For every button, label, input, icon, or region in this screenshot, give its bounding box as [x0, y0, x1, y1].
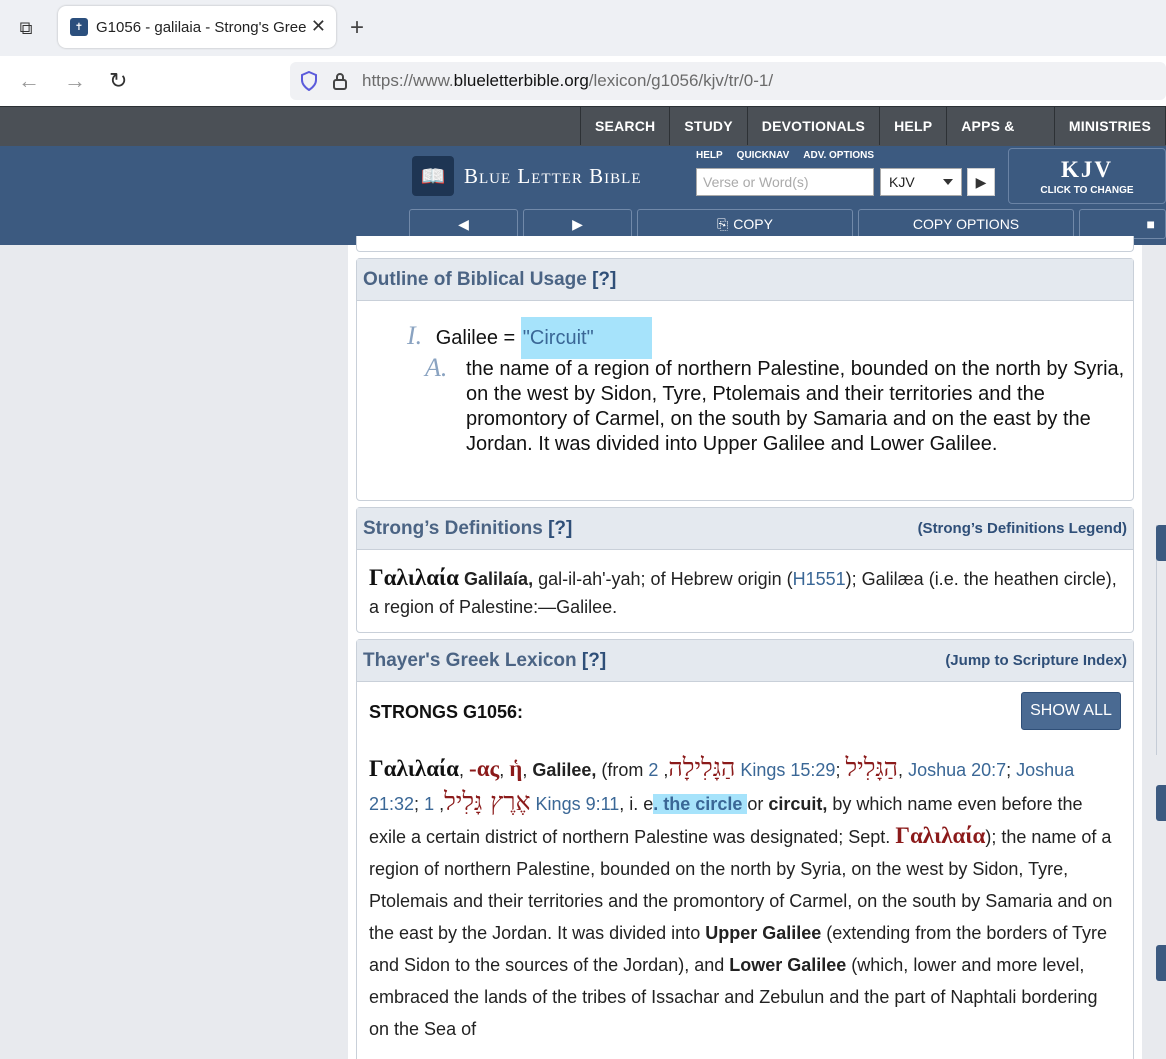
address-bar[interactable]: https://www.blueletterbible.org/lexicon/…	[290, 62, 1166, 100]
thayer-galilee: Galilee,	[532, 760, 597, 780]
outline-panel-header: Outline of Biblical Usage [?]	[357, 259, 1133, 301]
hebrew-word-3: אֶרֶץ גָּלִיל	[444, 787, 531, 816]
copy-button[interactable]: ⎘ COPY	[637, 209, 853, 239]
reload-icon[interactable]: ↻	[109, 68, 127, 94]
strongs-definition: Γαλιλαία Galilaía, gal-il-ah'-yah; of He…	[369, 565, 1117, 617]
new-tab-icon[interactable]: +	[350, 14, 364, 42]
search-go-button[interactable]: ▶	[967, 168, 995, 196]
greek-article: ἡ	[509, 756, 523, 781]
bible-logo-icon: 📖	[412, 156, 454, 196]
highlight-the-circle: . the circle	[653, 794, 748, 814]
rail-tab-2[interactable]	[1156, 785, 1166, 821]
chevron-down-icon	[943, 179, 953, 185]
outline-panel: Outline of Biblical Usage [?] I. Galilee…	[356, 258, 1134, 501]
thayer-strongs-header: STRONGS G1056:	[369, 702, 524, 722]
outline-level-1-text: Galilee =	[435, 327, 521, 349]
left-column	[0, 245, 348, 1059]
thayer-body: STRONGS G1056: SHOW ALL Γαλιλαία, -ας, ἡ…	[357, 682, 1133, 1042]
next-button[interactable]: ▶	[523, 209, 632, 239]
menu-help[interactable]: HELP	[880, 107, 948, 145]
strongs-ref-link[interactable]: H1551	[793, 569, 846, 589]
header-help-link[interactable]: HELP	[696, 150, 723, 161]
menu-search[interactable]: SEARCH	[581, 107, 671, 145]
thayer-title: Thayer's Greek Lexicon [?]	[363, 649, 607, 671]
previous-panel-edge	[356, 236, 1134, 252]
menu-devotionals[interactable]: DEVOTIONALS	[748, 107, 881, 145]
menu-ministries[interactable]: MINISTRIES	[1055, 107, 1166, 145]
ref-joshua-20-7[interactable]: Joshua 20:7	[908, 760, 1006, 780]
site-top-menu: SEARCH STUDY DEVOTIONALS HELP APPS & TOO…	[0, 106, 1166, 172]
thayer-entry-text: Γαλιλαία, -ας, ἡ, Galilee, (from הַגָּלִ…	[369, 753, 1113, 1039]
stop-icon: ■	[1146, 216, 1155, 232]
strongs-legend-link[interactable]: (Strong’s Definitions Legend)	[918, 520, 1127, 537]
strongs-help-link[interactable]: [?]	[548, 518, 572, 539]
thayer-help-link[interactable]: [?]	[582, 650, 606, 671]
forward-icon[interactable]: →	[64, 68, 86, 94]
thayer-greek-sept: Γαλιλαία	[895, 823, 986, 848]
header-quicknav-link[interactable]: QUICKNAV	[737, 150, 790, 161]
version-change-box[interactable]: KJV CLICK TO CHANGE	[1008, 148, 1166, 204]
verse-search-input[interactable]: Verse or Word(s)	[696, 168, 874, 196]
outline-numeral-2: A.	[425, 353, 448, 382]
scripture-index-link[interactable]: (Jump to Scripture Index)	[945, 652, 1127, 669]
greek-ending: -ας	[469, 756, 500, 781]
tab-list-icon[interactable]: ⧉	[12, 14, 40, 42]
url-text: https://www.blueletterbible.org/lexicon/…	[362, 71, 774, 90]
strongs-panel-header: Strong’s Definitions [?] (Strong’s Defin…	[357, 508, 1133, 550]
outline-numeral-1: I.	[407, 321, 423, 350]
toggle-button[interactable]: ■	[1079, 209, 1166, 239]
outline-level-2: A. the name of a region of northern Pale…	[425, 353, 1125, 457]
outline-title: Outline of Biblical Usage [?]	[363, 268, 617, 290]
previous-button[interactable]: ◀	[409, 209, 518, 239]
tab-title: G1056 - galilaia - Strong's Greek Lexico…	[96, 18, 306, 36]
version-select[interactable]: KJV	[880, 168, 962, 196]
strongs-title: Strong’s Definitions [?]	[363, 517, 573, 539]
outline-help-link[interactable]: [?]	[592, 269, 616, 290]
copy-options-button[interactable]: COPY OPTIONS	[858, 209, 1074, 239]
copy-icon: ⎘	[717, 215, 729, 232]
upper-galilee: Upper Galilee	[705, 923, 822, 943]
rail-tab-1[interactable]	[1156, 525, 1166, 561]
menu-study[interactable]: STUDY	[670, 107, 748, 145]
right-rail	[1142, 245, 1166, 1059]
thayer-circuit: circuit,	[768, 794, 828, 814]
site-header: 📖 Blue Letter Bible HELP QUICKNAV ADV. O…	[0, 146, 1166, 245]
favicon-icon: ✝	[70, 18, 88, 36]
browser-nav-bar: ← → ↻ https://www.blueletterbible.org/le…	[0, 56, 1166, 106]
thayer-panel: Thayer's Greek Lexicon [?] (Jump to Scri…	[356, 639, 1134, 1059]
site-logo[interactable]: 📖 Blue Letter Bible	[412, 156, 641, 196]
outline-highlight: "Circuit"	[520, 317, 652, 359]
header-adv-options-link[interactable]: ADV. OPTIONS	[803, 150, 874, 161]
logo-text: Blue Letter Bible	[464, 163, 642, 188]
strongs-greek-word: Γαλιλαία	[369, 565, 460, 590]
lock-icon	[333, 73, 347, 90]
browser-tab-bar: ⧉ ✝ G1056 - galilaia - Strong's Greek Le…	[0, 0, 1166, 56]
outline-level-1: I. Galilee = "Circuit"	[407, 317, 652, 359]
outline-level-2-text: the name of a region of northern Palesti…	[466, 358, 1125, 455]
current-version: KJV	[1061, 157, 1113, 182]
strongs-transliteration: Galilaía,	[464, 569, 534, 589]
strongs-panel: Strong’s Definitions [?] (Strong’s Defin…	[356, 507, 1134, 633]
show-all-button[interactable]: SHOW ALL	[1021, 692, 1121, 730]
version-change-hint: CLICK TO CHANGE	[1040, 185, 1134, 196]
shield-icon	[301, 71, 317, 91]
close-tab-icon[interactable]: ✕	[311, 16, 326, 37]
browser-tab[interactable]: ✝ G1056 - galilaia - Strong's Greek Lexi…	[58, 6, 336, 48]
rail-tab-3[interactable]	[1156, 945, 1166, 981]
thayer-panel-header: Thayer's Greek Lexicon [?] (Jump to Scri…	[357, 640, 1133, 682]
lower-galilee: Lower Galilee	[729, 955, 847, 975]
back-icon[interactable]: ←	[18, 68, 40, 94]
hebrew-word-1: הַגָּלִילָה	[668, 753, 736, 782]
menu-apps-tools[interactable]: APPS & TOOLS	[947, 107, 1055, 172]
thayer-greek-headword: Γαλιλαία	[369, 756, 460, 781]
hebrew-word-2: הַגָּלִיל	[845, 753, 899, 782]
